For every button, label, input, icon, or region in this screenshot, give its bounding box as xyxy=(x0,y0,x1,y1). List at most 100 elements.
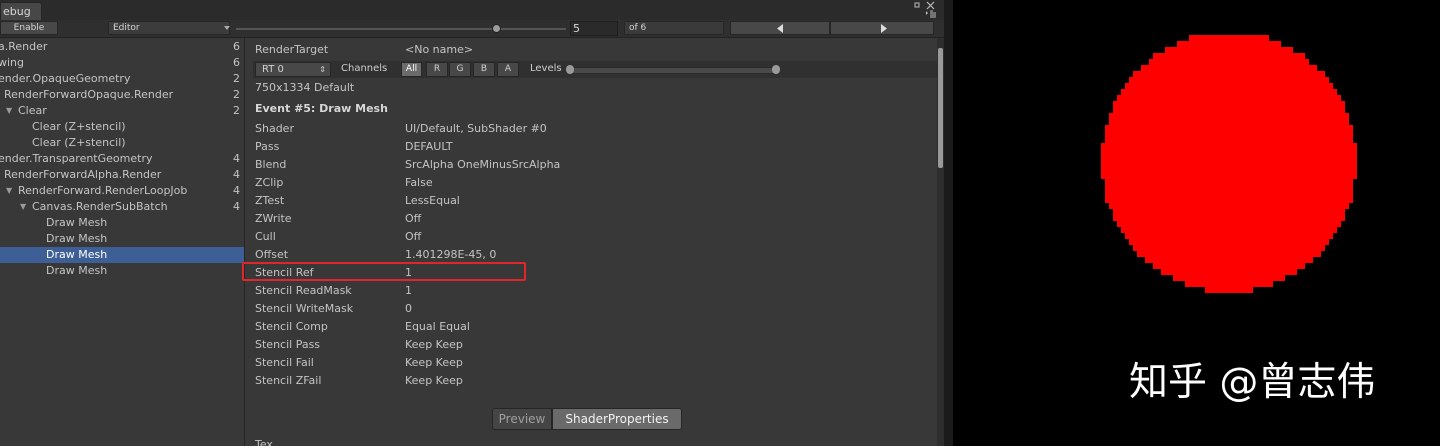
tree-item[interactable]: Draw Mesh xyxy=(0,263,244,279)
property-row: ZTest LessEqual xyxy=(255,192,855,210)
of-count-label: of 6 xyxy=(624,21,724,35)
render-target-controls: RT 0 ⇕ Channels All R G B A Levels xyxy=(253,61,937,78)
next-event-button[interactable] xyxy=(830,21,934,35)
tree-item-label: ender.OpaqueGeometry xyxy=(0,72,131,85)
tree-item-label: Draw Mesh xyxy=(46,264,108,277)
property-value: DEFAULT xyxy=(405,140,453,153)
tree-item-label: RenderForwardOpaque.Render xyxy=(4,88,174,101)
property-value: SrcAlpha OneMinusSrcAlpha xyxy=(405,158,561,171)
rt-select[interactable]: RT 0 ⇕ xyxy=(255,62,331,77)
property-key: Stencil ReadMask xyxy=(255,284,352,297)
property-value: Off xyxy=(405,230,422,243)
details-tabs: Preview ShaderProperties xyxy=(492,408,682,430)
property-row: Stencil ZFail Keep Keep xyxy=(255,372,855,390)
tree-item-label: Draw Mesh xyxy=(46,216,108,229)
tree-item[interactable]: wing 6 xyxy=(0,55,244,71)
tree-item[interactable]: ender.OpaqueGeometry 2 xyxy=(0,71,244,87)
event-slider[interactable] xyxy=(236,24,566,33)
scrollbar-thumb[interactable] xyxy=(938,48,943,168)
event-slider-thumb[interactable] xyxy=(492,24,502,33)
property-value: LessEqual xyxy=(405,194,460,207)
tree-item[interactable]: RenderForwardAlpha.Render 4 xyxy=(0,167,244,183)
game-preview: 知乎 @曾志伟 xyxy=(953,0,1440,446)
channel-button-b[interactable]: B xyxy=(473,62,495,77)
tree-item-label: wing xyxy=(0,56,25,69)
expand-arrow-icon[interactable]: ▼ xyxy=(20,199,26,215)
property-row: Stencil ReadMask 1 xyxy=(255,282,855,300)
render-target-label: RenderTarget xyxy=(255,43,329,56)
prev-event-button[interactable] xyxy=(730,21,830,35)
editor-dropdown[interactable]: Editor xyxy=(108,21,230,35)
property-value: False xyxy=(405,176,433,189)
channel-button-g[interactable]: G xyxy=(449,62,471,77)
tree-item-label: RenderForwardAlpha.Render xyxy=(4,168,162,181)
levels-slider[interactable] xyxy=(566,65,780,74)
tab-preview[interactable]: Preview xyxy=(492,408,552,430)
render-target-value: <No name> xyxy=(405,43,474,56)
window-tab[interactable]: ebug xyxy=(0,2,42,20)
debugger-toolbar: Enable Editor 5 of 6 xyxy=(0,20,944,38)
close-icon[interactable] xyxy=(926,1,936,10)
triangle-left-icon xyxy=(777,24,783,33)
property-row: Blend SrcAlpha OneMinusSrcAlpha xyxy=(255,156,855,174)
expand-arrow-icon[interactable]: ▼ xyxy=(6,103,12,119)
property-key: Stencil Fail xyxy=(255,356,314,369)
channels-label: Channels xyxy=(341,63,388,74)
property-row: Shader UI/Default, SubShader #0 xyxy=(255,120,855,138)
levels-max-handle[interactable] xyxy=(772,65,780,74)
tree-item[interactable]: Draw Mesh xyxy=(0,215,244,231)
property-value: Keep Keep xyxy=(405,356,463,369)
stepper-icon: ⇕ xyxy=(319,65,326,74)
levels-min-handle[interactable] xyxy=(566,65,574,74)
property-value: 1 xyxy=(405,284,412,297)
rt-select-value: RT 0 xyxy=(262,64,284,75)
property-row: Stencil WriteMask 0 xyxy=(255,300,855,318)
property-key: Shader xyxy=(255,122,294,135)
watermark-text: 知乎 @曾志伟 xyxy=(1129,360,1376,405)
tree-item-label: Draw Mesh xyxy=(46,232,108,245)
tree-item-count: 2 xyxy=(233,88,240,101)
property-key: Stencil WriteMask xyxy=(255,302,354,315)
tree-item-count: 4 xyxy=(233,168,240,181)
tree-item[interactable]: Draw Mesh xyxy=(0,247,244,263)
tree-item[interactable]: ▼ RenderForward.RenderLoopJob 4 xyxy=(0,183,244,199)
tree-item[interactable]: a.Render 6 xyxy=(0,39,244,55)
channel-button-r[interactable]: R xyxy=(426,62,448,77)
expand-arrow-icon[interactable]: ▼ xyxy=(6,183,12,199)
tree-item[interactable]: Draw Mesh xyxy=(0,231,244,247)
render-target-row: RenderTarget <No name> xyxy=(255,41,915,59)
channel-button-a[interactable]: A xyxy=(497,62,519,77)
event-index-field[interactable]: 5 xyxy=(570,21,618,36)
event-title: Event #5: Draw Mesh xyxy=(255,102,388,115)
tree-item[interactable]: ender.TransparentGeometry 4 xyxy=(0,151,244,167)
tree-item-count: 2 xyxy=(233,72,240,85)
tree-item[interactable]: RenderForwardOpaque.Render 2 xyxy=(0,87,244,103)
channel-button-all[interactable]: All xyxy=(401,62,422,77)
window-edge xyxy=(944,0,953,446)
tree-item-count: 4 xyxy=(233,184,240,197)
property-key: ZWrite xyxy=(255,212,292,225)
tree-item[interactable]: ▼ Clear 2 xyxy=(0,103,244,119)
property-key: Pass xyxy=(255,140,280,153)
tree-item-label: Canvas.RenderSubBatch xyxy=(32,200,168,213)
tree-item[interactable]: Clear (Z+stencil) xyxy=(0,119,244,135)
property-key: Stencil ZFail xyxy=(255,374,322,387)
property-key: ZTest xyxy=(255,194,285,207)
tab-shader-properties[interactable]: ShaderProperties xyxy=(552,408,682,430)
property-key: ZClip xyxy=(255,176,284,189)
tree-item[interactable]: ▼ Canvas.RenderSubBatch 4 xyxy=(0,199,244,215)
tree-item[interactable]: Clear (Z+stencil) xyxy=(0,135,244,151)
property-key: Stencil Pass xyxy=(255,338,321,351)
stencil-ref-highlight xyxy=(242,262,526,281)
property-value: Off xyxy=(405,212,422,225)
property-row: ZWrite Off xyxy=(255,210,855,228)
tree-item-label: Draw Mesh xyxy=(46,248,108,261)
property-row: ZClip False xyxy=(255,174,855,192)
tree-item-label: Clear xyxy=(18,104,47,117)
vertical-scrollbar[interactable] xyxy=(937,38,944,446)
tree-item-count: 2 xyxy=(233,104,240,117)
tree-item-count: 4 xyxy=(233,200,240,213)
chevron-down-icon xyxy=(224,26,230,30)
property-value: 0 xyxy=(405,302,412,315)
enable-button[interactable]: Enable xyxy=(0,21,58,35)
